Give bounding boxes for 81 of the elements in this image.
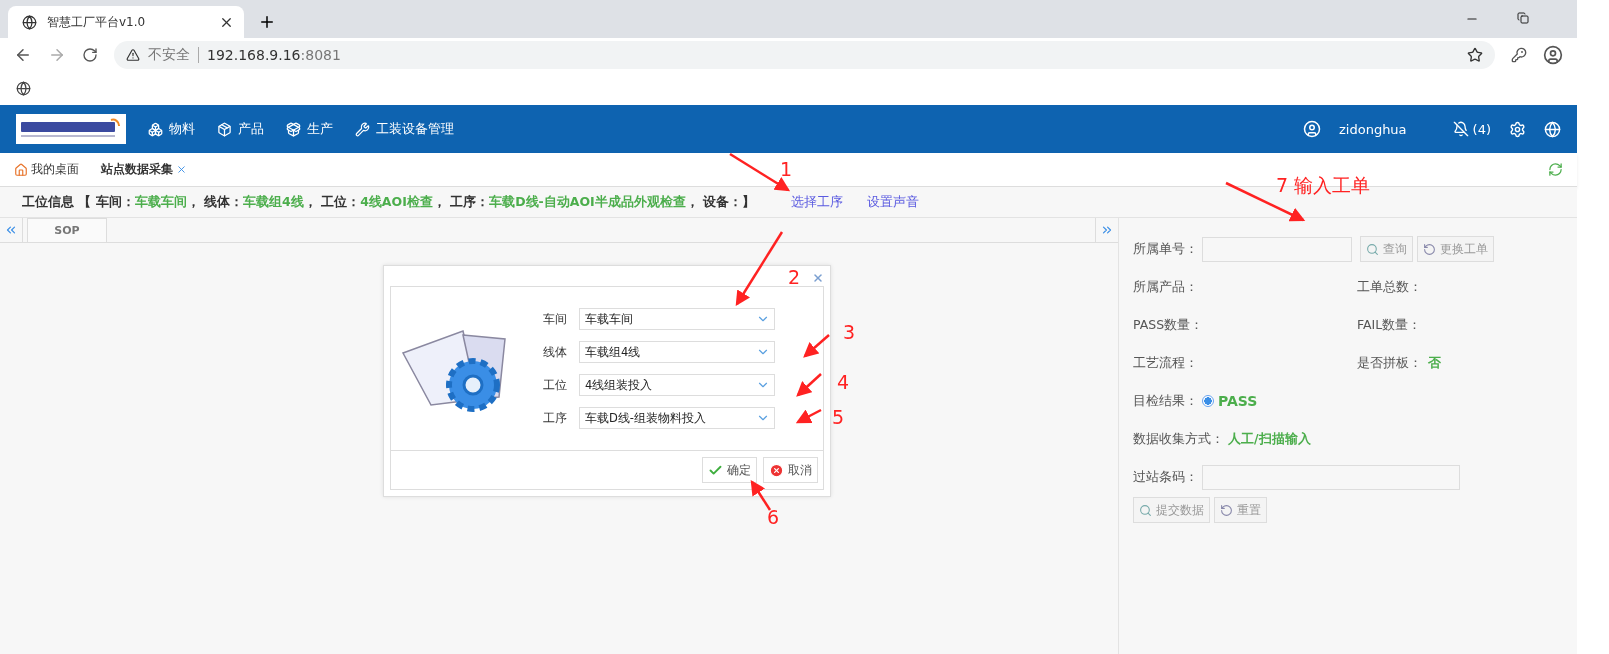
key-icon[interactable]	[1511, 47, 1527, 63]
sop-tab[interactable]: SOP	[27, 218, 107, 242]
field-label: 车间	[543, 310, 567, 328]
notification-icon[interactable]	[1452, 121, 1469, 137]
annotation-label: 7 输入工单	[1276, 176, 1371, 195]
url-text: 192.168.9.16:8081	[207, 47, 341, 63]
user-icon	[1303, 120, 1321, 138]
field-value: 否	[1428, 354, 1441, 372]
restore-icon[interactable]	[1517, 12, 1529, 24]
annotation-label: 6	[767, 508, 780, 527]
annotation-label: 2	[788, 268, 801, 287]
annotation-arrow	[750, 479, 772, 511]
annotation-label: 4	[837, 373, 850, 392]
settings-icon[interactable]	[1509, 120, 1526, 138]
confirm-button[interactable]: 确定	[702, 457, 757, 483]
search-icon	[1366, 242, 1379, 256]
action-link[interactable]: 选择工序	[791, 193, 844, 211]
field-label: 数据收集方式：	[1133, 430, 1224, 448]
dropdown-field[interactable]: 4线组装投入	[579, 374, 775, 396]
barcode-field[interactable]	[1202, 464, 1460, 490]
package-icon	[286, 121, 301, 137]
field-label: 过站条码：	[1133, 468, 1198, 486]
page-tab[interactable]: 我的桌面	[14, 161, 79, 178]
dropdown-field[interactable]: 车载组4线	[579, 341, 775, 363]
expand-icon[interactable]	[1100, 223, 1114, 237]
field-label: 是否拼板：	[1357, 354, 1422, 372]
radio-button[interactable]	[1202, 395, 1214, 407]
annotation-label: 3	[843, 323, 856, 342]
home-icon	[14, 162, 28, 177]
field-label: 工单总数：	[1357, 278, 1422, 296]
profile-icon[interactable]	[1543, 45, 1563, 65]
order-number-field[interactable]	[1202, 236, 1352, 262]
reload-icon[interactable]	[82, 47, 98, 63]
nav-menu-item[interactable]: 生产	[286, 120, 333, 138]
annotation-label: 1	[780, 160, 793, 179]
annotation-arrow	[803, 334, 830, 358]
globe-icon	[22, 14, 37, 30]
cancel-button[interactable]: 取消	[763, 457, 818, 483]
station-info: 工位信息 【 车间：车载车间， 线体：车载组4线， 工位：4线AOI检查， 工序：车载D线-自动AOI半成品外观检查， 设备：】	[22, 193, 756, 211]
user-name[interactable]: zidonghua	[1339, 121, 1407, 137]
new-tab-icon[interactable]	[258, 13, 276, 31]
action-link[interactable]: 设置声音	[867, 193, 920, 211]
nav-menu-item[interactable]: 工装设备管理	[355, 120, 454, 138]
radio-label: PASS	[1218, 393, 1258, 409]
nav-menu-item[interactable]: 产品	[217, 120, 264, 138]
nav-menu-item[interactable]: 物料	[148, 120, 195, 138]
field-value: 人工/扫描输入	[1228, 430, 1311, 448]
field-label: 所属产品：	[1133, 278, 1198, 296]
collapse-icon[interactable]	[4, 223, 18, 237]
field-label: 目检结果：	[1133, 392, 1198, 410]
browser-tab[interactable]: 智慧工厂平台v1.0	[8, 6, 244, 38]
field-label: 所属单号：	[1133, 240, 1198, 258]
dropdown-field[interactable]: 车载车间	[579, 308, 775, 330]
back-icon[interactable]	[14, 46, 32, 64]
refresh-icon	[1220, 503, 1233, 517]
star-icon[interactable]	[1467, 47, 1483, 63]
refresh-icon[interactable]	[1548, 162, 1563, 177]
annotation-arrow	[729, 152, 791, 192]
field-label: FAIL数量：	[1357, 316, 1422, 334]
field-label: 工位	[543, 376, 567, 394]
refresh-icon	[1423, 242, 1436, 256]
annotation-arrow	[796, 373, 822, 397]
annotation-arrow	[795, 408, 822, 424]
notification-count: (4)	[1472, 121, 1491, 137]
box-icon	[217, 121, 232, 137]
search-icon	[1139, 503, 1152, 517]
address-bar[interactable]: 不安全 192.168.9.16:8081	[114, 41, 1495, 69]
boxes-icon	[148, 121, 163, 137]
field-label: 工艺流程：	[1133, 354, 1198, 372]
annotation-label: 5	[832, 408, 845, 427]
field-label: 工序	[543, 409, 567, 427]
field-label: 线体	[543, 343, 567, 361]
field-label: PASS数量：	[1133, 316, 1204, 334]
wrench-icon	[355, 121, 370, 137]
tab-title: 智慧工厂平台v1.0	[47, 13, 147, 31]
close-icon	[769, 462, 784, 478]
warning-icon	[126, 48, 140, 62]
globe-icon[interactable]	[16, 81, 31, 96]
security-label: 不安全	[148, 46, 190, 64]
dropdown-field[interactable]: 车载D线-组装物料投入	[579, 407, 775, 429]
page-tab[interactable]: 站点数据采集	[101, 161, 187, 178]
